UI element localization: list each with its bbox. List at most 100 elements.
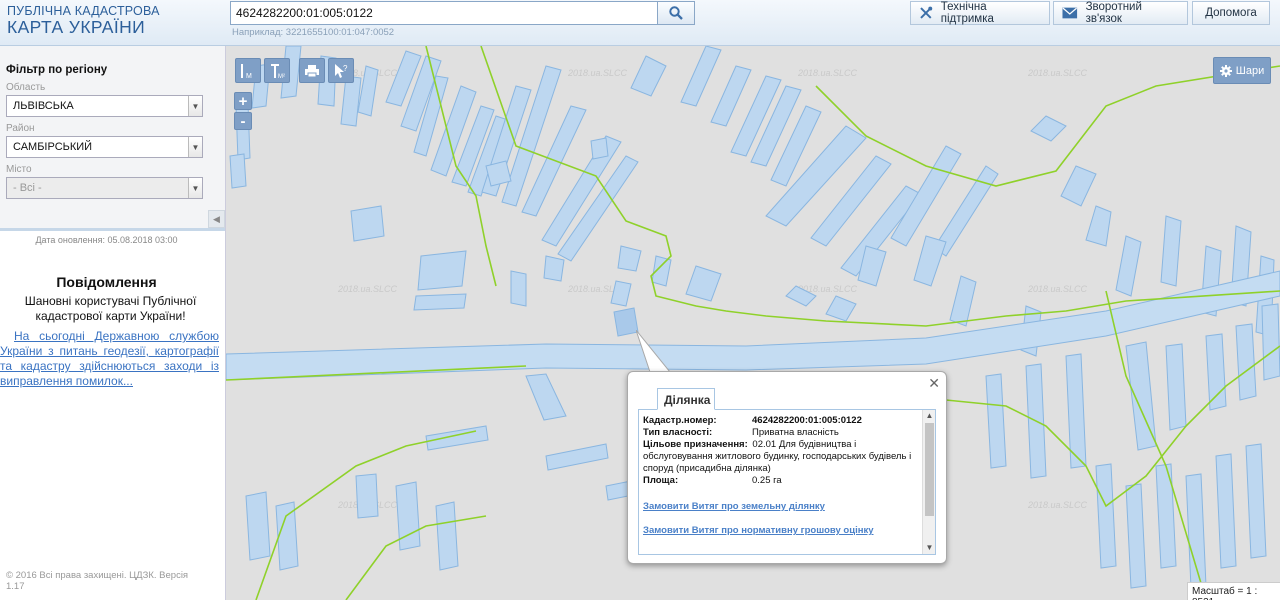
land-parcel[interactable] bbox=[245, 491, 271, 561]
land-parcel[interactable] bbox=[543, 255, 565, 282]
land-parcel[interactable] bbox=[1215, 453, 1237, 569]
land-parcel[interactable] bbox=[1065, 353, 1087, 469]
scale-indicator: Масштаб = 1 : 8531 bbox=[1187, 582, 1280, 600]
land-parcel[interactable] bbox=[949, 275, 977, 327]
land-parcel[interactable] bbox=[1155, 463, 1177, 569]
land-parcel[interactable] bbox=[1160, 215, 1182, 287]
order-land-extract-link[interactable]: Замовити Витяг про земельну ділянку bbox=[643, 501, 921, 513]
misto-value: - Всі - bbox=[13, 182, 42, 194]
feedback-label: Зворотний зв'язок bbox=[1085, 1, 1142, 25]
purpose-key: Цільове призначення: bbox=[643, 439, 748, 450]
popup-body: Кадастр.номер: 4624282200:01:005:0122 Ти… bbox=[638, 409, 936, 555]
land-parcel[interactable] bbox=[590, 137, 609, 160]
header: ПУБЛІЧНА КАДАСТРОВА КАРТА УКРАЇНИ Наприк… bbox=[0, 0, 1280, 46]
land-parcel[interactable] bbox=[1085, 205, 1112, 247]
scroll-down-icon[interactable]: ▼ bbox=[923, 542, 935, 554]
popup-pointer bbox=[636, 330, 672, 373]
land-parcel[interactable] bbox=[525, 373, 567, 421]
land-parcel[interactable] bbox=[417, 250, 467, 291]
land-parcel[interactable] bbox=[1115, 235, 1142, 297]
chevron-down-icon: ▼ bbox=[188, 96, 202, 116]
watermark: 2018.ua.SLCC bbox=[1027, 500, 1088, 510]
tools-icon bbox=[920, 6, 933, 19]
measure-line-button[interactable]: M bbox=[235, 58, 261, 83]
collapse-sidebar-button[interactable]: ◀ bbox=[208, 210, 225, 228]
svg-text:M²: M² bbox=[278, 74, 285, 80]
land-parcel[interactable] bbox=[545, 443, 609, 471]
land-parcel[interactable] bbox=[680, 46, 722, 107]
land-parcel[interactable] bbox=[1060, 165, 1097, 207]
misto-label: Місто bbox=[6, 164, 32, 175]
mail-icon bbox=[1062, 7, 1078, 19]
search-icon bbox=[669, 6, 683, 20]
scroll-thumb[interactable] bbox=[925, 423, 934, 516]
layers-button[interactable]: Шари bbox=[1213, 57, 1271, 84]
area-value: 0.25 га bbox=[752, 475, 782, 486]
popup-scrollbar[interactable]: ▲ ▼ bbox=[922, 410, 935, 554]
watermark: 2018.ua.SLCC bbox=[337, 284, 398, 294]
land-parcel[interactable] bbox=[1185, 473, 1207, 589]
land-parcel[interactable] bbox=[355, 473, 379, 519]
area-key: Площа: bbox=[643, 475, 679, 486]
land-parcel[interactable] bbox=[1095, 463, 1117, 569]
land-parcel[interactable] bbox=[1261, 303, 1280, 381]
land-parcel[interactable] bbox=[710, 65, 752, 127]
gear-icon bbox=[1219, 64, 1232, 77]
land-parcel[interactable] bbox=[1205, 333, 1227, 411]
zoom-in-button[interactable]: + bbox=[234, 92, 252, 110]
notice-link[interactable]: На сьогодні Державною службою України з … bbox=[0, 329, 219, 389]
land-parcel[interactable] bbox=[685, 265, 722, 302]
parcel-details: Кадастр.номер: 4624282200:01:005:0122 Ти… bbox=[643, 415, 921, 537]
watermark: 2018.ua.SLCC bbox=[567, 68, 628, 78]
oblast-label: Область bbox=[6, 82, 46, 93]
land-parcel[interactable] bbox=[229, 153, 247, 189]
land-parcel[interactable] bbox=[651, 255, 672, 287]
logo-line-2[interactable]: КАРТА УКРАЇНИ bbox=[7, 17, 145, 38]
land-parcel[interactable] bbox=[985, 373, 1007, 469]
svg-text:?: ? bbox=[343, 64, 348, 73]
print-icon bbox=[305, 64, 319, 77]
land-parcel[interactable] bbox=[1245, 443, 1267, 559]
land-parcel[interactable] bbox=[1125, 483, 1147, 589]
tab-parcel[interactable]: Ділянка bbox=[657, 388, 715, 410]
logo-line-1[interactable]: ПУБЛІЧНА КАДАСТРОВА bbox=[7, 4, 160, 18]
scroll-up-icon[interactable]: ▲ bbox=[923, 410, 935, 422]
identify-button[interactable]: ? bbox=[328, 58, 354, 83]
measure-line-icon: M bbox=[241, 63, 252, 80]
land-parcel[interactable] bbox=[435, 501, 459, 571]
measure-area-icon: M² bbox=[271, 63, 285, 80]
land-parcel[interactable] bbox=[350, 205, 385, 242]
measure-area-button[interactable]: M² bbox=[264, 58, 290, 83]
selected-parcel[interactable] bbox=[613, 307, 639, 337]
parcel-info-popup: ✕ Ділянка Кадастр.номер: 4624282200:01:0… bbox=[627, 371, 947, 564]
land-parcel[interactable] bbox=[425, 425, 489, 451]
land-parcel[interactable] bbox=[340, 75, 362, 127]
land-parcel[interactable] bbox=[825, 295, 857, 322]
zoom-out-button[interactable]: - bbox=[234, 112, 252, 130]
help-button[interactable]: Допомога bbox=[1192, 1, 1270, 25]
search-input[interactable] bbox=[230, 1, 658, 25]
land-parcel[interactable] bbox=[913, 235, 947, 287]
feedback-button[interactable]: Зворотний зв'язок bbox=[1053, 1, 1188, 25]
search-button[interactable] bbox=[657, 1, 695, 25]
close-icon[interactable]: ✕ bbox=[928, 375, 940, 392]
raion-select[interactable]: САМБІРСЬКИЙ ▼ bbox=[6, 136, 203, 158]
land-parcel[interactable] bbox=[617, 245, 642, 272]
search-hint: Наприклад: 3221655100:01:047:0052 bbox=[232, 27, 395, 38]
watermark: 2018.ua.SLCC bbox=[1027, 68, 1088, 78]
land-parcel[interactable] bbox=[630, 55, 667, 97]
ownership-key: Тип власності: bbox=[643, 427, 713, 438]
land-parcel[interactable] bbox=[510, 270, 527, 307]
print-button[interactable] bbox=[299, 58, 325, 83]
land-parcel[interactable] bbox=[1235, 323, 1257, 401]
land-parcel[interactable] bbox=[485, 160, 512, 187]
land-parcel[interactable] bbox=[413, 293, 467, 311]
order-valuation-extract-link[interactable]: Замовити Витяг про нормативну грошову оц… bbox=[643, 525, 921, 537]
notice-title: Повідомлення bbox=[56, 274, 157, 290]
oblast-select[interactable]: ЛЬВІВСЬКА ▼ bbox=[6, 95, 203, 117]
tech-support-button[interactable]: Технічна підтримка bbox=[910, 1, 1050, 25]
land-parcel[interactable] bbox=[1165, 343, 1187, 431]
misto-select[interactable]: - Всі - ▼ bbox=[6, 177, 203, 199]
map-canvas[interactable]: 2018.ua.SLCC 2018.ua.SLCC 2018.ua.SLCC 2… bbox=[226, 46, 1280, 600]
land-parcel[interactable] bbox=[1030, 115, 1067, 142]
